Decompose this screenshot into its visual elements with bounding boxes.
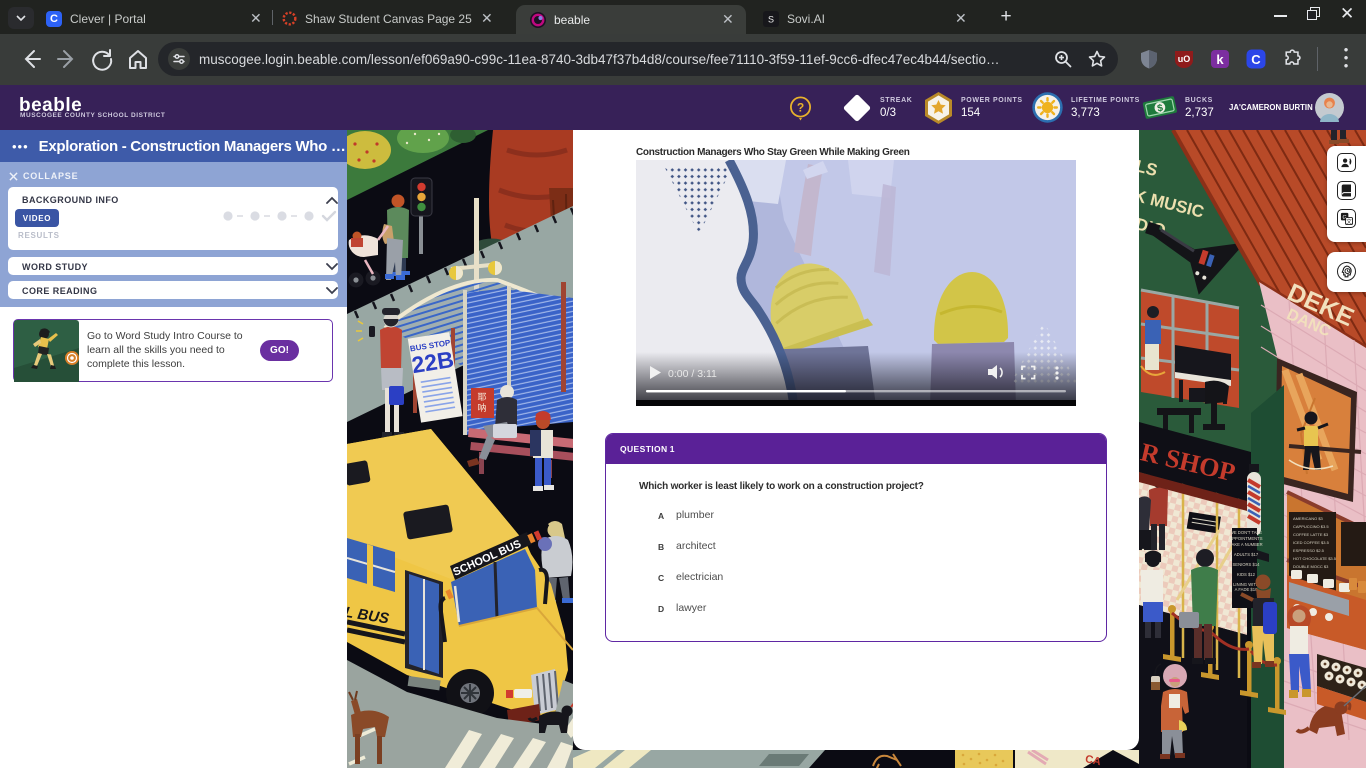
svg-text:AMERICANO $3: AMERICANO $3 xyxy=(1293,516,1324,521)
svg-text:0:00 / 3:11: 0:00 / 3:11 xyxy=(668,368,717,380)
svg-text:COFFEE LATTE $3: COFFEE LATTE $3 xyxy=(1293,532,1329,537)
svg-text:k: k xyxy=(1216,52,1224,67)
svg-text:DOUBLE MOCC $3: DOUBLE MOCC $3 xyxy=(1293,564,1329,569)
svg-text:ESPRESSO $2.5: ESPRESSO $2.5 xyxy=(1293,548,1325,553)
svg-text:呐: 呐 xyxy=(477,402,486,413)
svg-text:文: 文 xyxy=(1346,217,1352,225)
svg-text:耶: 耶 xyxy=(477,392,486,402)
svg-text:HOT CHOCOLATE $3.5: HOT CHOCOLATE $3.5 xyxy=(1293,556,1337,561)
svg-text:A FADE $10: A FADE $10 xyxy=(1235,587,1258,592)
svg-text:CAPPUCCINO $3.5: CAPPUCCINO $3.5 xyxy=(1293,524,1329,529)
svg-text:TAKE A NUMBER: TAKE A NUMBER xyxy=(1229,542,1262,547)
svg-text:WE DON'T TAKE: WE DON'T TAKE xyxy=(1230,530,1262,535)
svg-text:C: C xyxy=(1251,52,1261,67)
svg-text:?: ? xyxy=(797,101,804,115)
svg-text:SENIORS $14: SENIORS $14 xyxy=(1233,562,1261,567)
svg-text:ICED COFFEE $3.5: ICED COFFEE $3.5 xyxy=(1293,540,1330,545)
svg-text:APPOINTMENTS: APPOINTMENTS xyxy=(1229,536,1262,541)
svg-text:KIDS $12: KIDS $12 xyxy=(1237,572,1256,577)
svg-text:uO: uO xyxy=(1178,54,1191,64)
svg-text:S: S xyxy=(768,14,774,24)
svg-text:ADULTS $17: ADULTS $17 xyxy=(1234,552,1259,557)
